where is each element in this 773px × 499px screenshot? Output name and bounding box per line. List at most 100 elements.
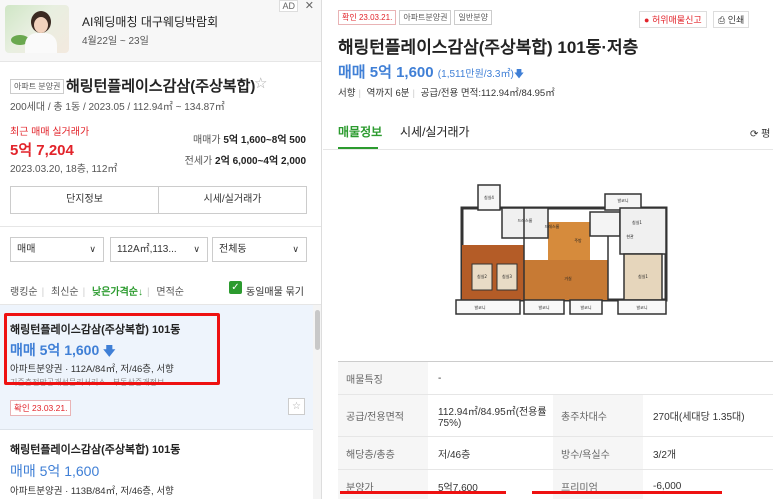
room-label: 발코니 <box>538 304 549 310</box>
sale-type-badge: 일반분양 <box>454 10 492 25</box>
scrollbar-thumb[interactable] <box>315 310 320 350</box>
sort-ranking[interactable]: 랭킹순 <box>10 287 38 298</box>
table-label: 방수/욕실수 <box>553 437 643 469</box>
arrow-down-icon: 🡇 <box>513 69 525 80</box>
tab-listing-info[interactable]: 매물정보 <box>338 123 382 140</box>
chevron-down-icon: ∨ <box>89 244 96 254</box>
area-info: 공급/전용 면적:112.94㎡/84.95㎡ <box>420 88 555 99</box>
complex-type-badge: 아파트 분양권 <box>10 79 65 94</box>
jeonse-price-value: 2억 6,000~4억 2,000 <box>215 156 306 167</box>
sort-area[interactable]: 면적순 <box>156 287 184 298</box>
listing-detail-table: 매물특징 - 공급/전용면적 112.94㎡/84.95㎡(전용률75%) 총주… <box>338 361 773 499</box>
ad-subtitle: 4월22일 ~ 23일 <box>82 36 149 47</box>
room-label: 발코니 <box>580 304 591 310</box>
highlight-underline <box>532 491 722 494</box>
recent-trade-date: 2023.03.20, 18층, 112㎡ <box>10 164 118 175</box>
jeonse-price-range: 전세가 2억 6,000~4억 2,000 <box>185 152 306 167</box>
sort-latest[interactable]: 최신순 <box>51 287 79 298</box>
direction: 서향 <box>338 88 356 99</box>
ad-title[interactable]: AI웨딩매칭 대구웨딩박람회 <box>82 13 218 30</box>
star-icon[interactable]: ☆ <box>254 74 267 92</box>
table-value: -6,000 <box>653 480 682 492</box>
complex-info: 200세대 / 총 1동 / 2023.05 / 112.94㎡ ~ 134.8… <box>10 102 225 113</box>
listing-price: 매매 5억 1,600 <box>10 463 100 479</box>
table-label: 분양가 <box>338 470 428 499</box>
room-label: 침실4 <box>484 194 494 200</box>
room-label: 침실3 <box>502 273 512 279</box>
room-label: 주방 <box>574 237 582 243</box>
trade-price-button[interactable]: 시세/실거래가 <box>158 187 306 213</box>
dong-select[interactable]: 전체동 ∨ <box>212 237 307 262</box>
same-listing-checkbox[interactable]: ✓ <box>229 281 242 294</box>
tab-divider <box>323 149 773 150</box>
ad-banner[interactable]: AI웨딩매칭 대구웨딩박람회 4월22일 ~ 23일 AD ✕ <box>0 0 321 62</box>
unit-price: (1,511만원/3.3㎡) <box>437 69 514 80</box>
tab-trade-price[interactable]: 시세/실거래가 <box>400 123 470 140</box>
detail-price-text: 매매 5억 1,600 <box>338 64 434 81</box>
dong-value: 전체동 <box>219 244 247 255</box>
confirm-badge: 확인 23.03.21. <box>338 10 397 25</box>
complex-tabs: 단지정보 시세/실거래가 <box>10 186 307 214</box>
table-row: 공급/전용면적 112.94㎡/84.95㎡(전용률75%) 총주차대수 270… <box>338 395 773 437</box>
table-row: 해당층/총층 저/46층 방수/욕실수 3/2개 <box>338 437 773 470</box>
print-label: 인쇄 <box>727 15 745 25</box>
room-label: 발코니 <box>636 304 647 310</box>
close-icon[interactable]: ✕ <box>305 0 314 12</box>
trade-type-value: 매매 <box>17 244 36 255</box>
chevron-down-icon: ∨ <box>292 244 299 254</box>
ad-tag: AD <box>279 0 298 12</box>
table-value: 3/2개 <box>653 449 677 461</box>
detail-badges: 확인 23.03.21. 아파트분양권 일반분양 <box>338 10 492 25</box>
table-label: 매물특징 <box>338 362 428 394</box>
table-row: 분양가 5억7,600 프리미엄 -6,000 <box>338 470 773 499</box>
room-label: 드레스룸 <box>518 217 533 223</box>
chevron-down-icon: ∨ <box>193 244 200 254</box>
siren-icon: ● <box>644 15 650 25</box>
highlight-box <box>4 313 220 385</box>
report-button[interactable]: ● 허위매물신고 <box>639 11 707 28</box>
recent-trade-price: 5억 7,204 <box>10 142 74 159</box>
star-icon[interactable]: ☆ <box>288 398 305 415</box>
room-label: 침실1 <box>638 273 648 279</box>
report-label: 허위매물신고 <box>651 15 702 25</box>
room-label: 현관 <box>626 233 634 239</box>
table-value: 112.94㎡/84.95㎡(전용률75%) <box>438 406 547 429</box>
room-label: 발코니 <box>617 197 628 203</box>
type-badge: 아파트분양권 <box>399 10 452 25</box>
recent-trade-label: 최근 매매 실거래가 <box>10 127 90 138</box>
table-value: 270대(세대당 1.35대) <box>653 412 745 423</box>
printer-icon: ⎙ <box>718 15 726 25</box>
sort-options: 랭킹순 | 최신순 | 낮은가격순↓ | 면적순 <box>10 287 184 298</box>
table-label: 프리미엄 <box>553 470 643 499</box>
station-distance: 역까지 6분 <box>366 88 410 99</box>
table-label: 총주차대수 <box>553 395 643 436</box>
table-value: - <box>438 372 442 384</box>
listing-panel: AI웨딩매칭 대구웨딩박람회 4월22일 ~ 23일 AD ✕ 아파트 분양권 … <box>0 0 322 499</box>
listing-name[interactable]: 해링턴플레이스감삼(주상복합) 101동 <box>10 441 180 457</box>
trade-type-select[interactable]: 매매 ∨ <box>10 237 104 262</box>
room-label: 거실 <box>564 275 572 281</box>
sale-price-label: 매매가 <box>192 135 221 146</box>
complex-info-button[interactable]: 단지정보 <box>11 187 158 213</box>
listing-desc: 아파트분양권 · 113B/84㎡, 저/46층, 서향 <box>10 486 174 497</box>
table-label: 공급/전용면적 <box>338 395 428 436</box>
room-label: 침실2 <box>477 273 487 279</box>
floor-plan-image[interactable]: 침실4 침실1 드레스룸 현관 거실 주방 침실2 침실3 침실1 발코니 발코… <box>440 182 674 330</box>
detail-meta: 서향 | 역까지 6분 | 공급/전용 면적:112.94㎡/84.95㎡ <box>338 88 555 99</box>
area-select[interactable]: 112A㎡,113... ∨ <box>110 237 208 262</box>
detail-price: 매매 5억 1,600 (1,511만원/3.3㎡)🡇 <box>338 61 524 84</box>
table-label: 해당층/총층 <box>338 437 428 469</box>
refresh-button[interactable]: ⟳ 평 <box>750 125 770 140</box>
highlight-underline <box>340 491 506 494</box>
print-button[interactable]: ⎙ 인쇄 <box>713 11 750 28</box>
divider <box>0 226 321 227</box>
detail-title: 해링턴플레이스감삼(주상복합) 101동·저층 <box>338 38 639 57</box>
sale-price-range: 매매가 5억 1,600~8억 500 <box>193 131 306 146</box>
area-value: 112A㎡,113... <box>117 244 177 255</box>
sort-low-price[interactable]: 낮은가격순↓ <box>92 287 143 298</box>
same-listing-label[interactable]: 동일매물 묶기 <box>246 283 304 298</box>
ad-thumbnail[interactable] <box>5 5 69 53</box>
table-row: 매물특징 - <box>338 362 773 395</box>
complex-name: 해링턴플레이스감삼(주상복합) <box>66 78 256 95</box>
table-value: 저/46층 <box>438 449 471 461</box>
